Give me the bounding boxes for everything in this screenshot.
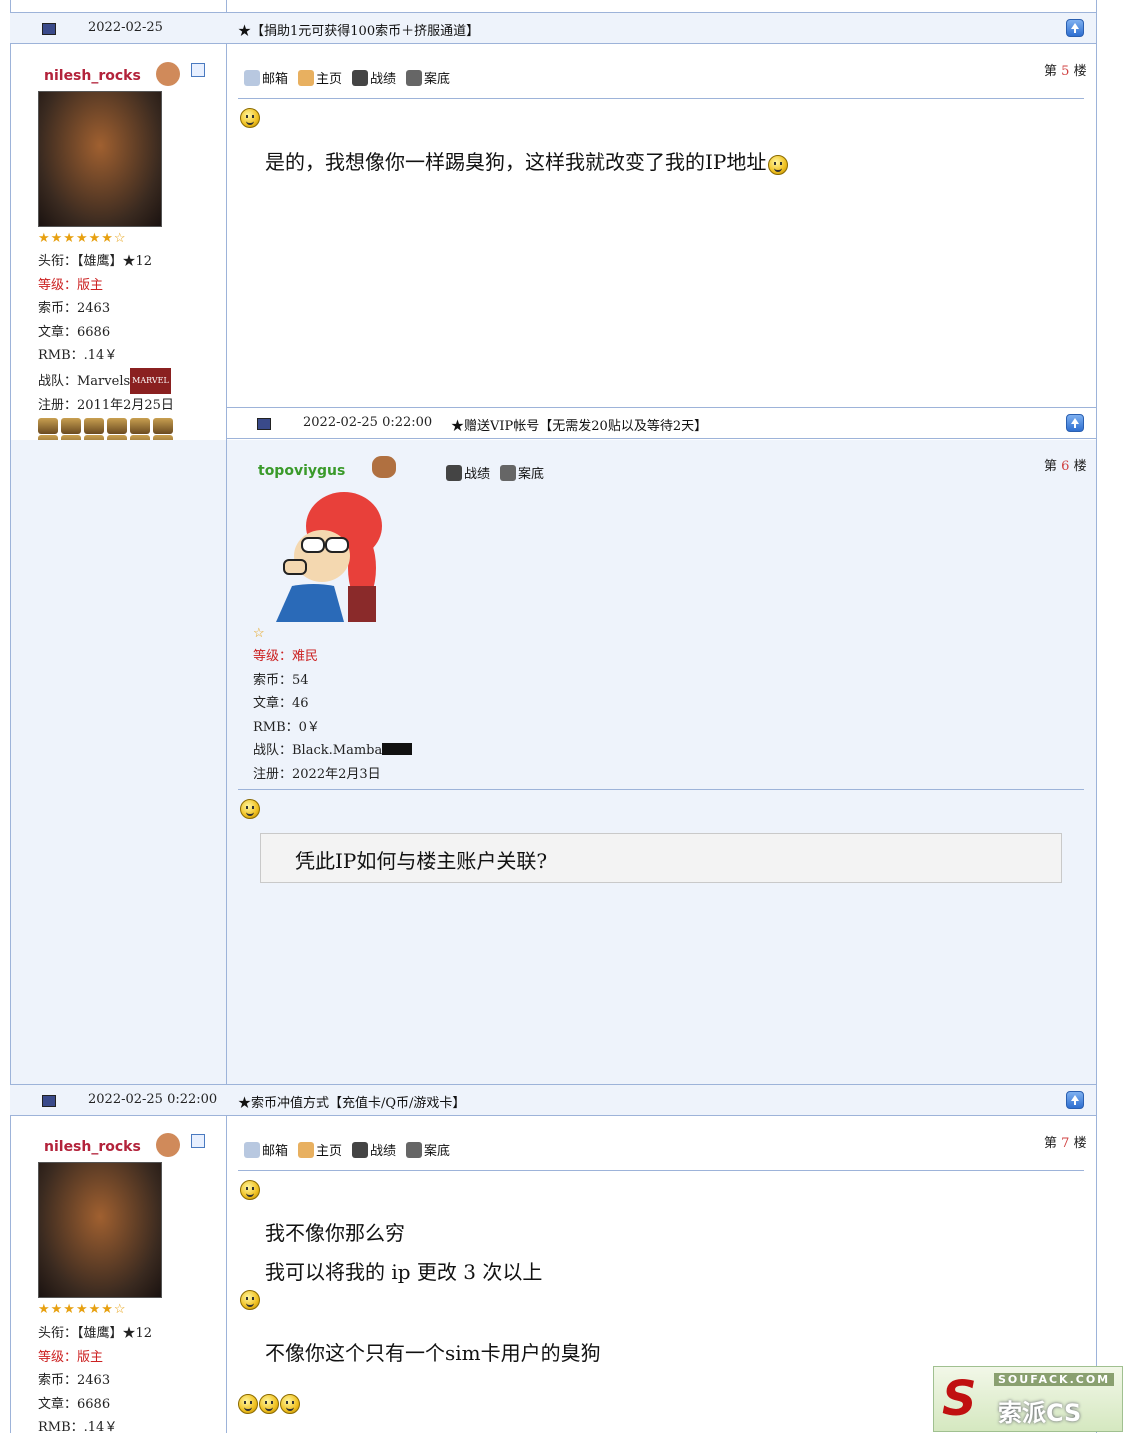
soldier-icon — [352, 69, 369, 86]
user-team: 战队：Black.Mamba — [253, 739, 413, 763]
user-articles: 文章：6686 — [38, 324, 111, 340]
post-header-bar: 2022-02-25 ★【捐助1元可获得100索币＋挤服通道】 — [10, 12, 1096, 44]
user-rmb: RMB：0￥ — [253, 719, 320, 735]
user-info: 等级：难民 索币：54 文章：46 RMB：0￥ 战队：Black.Mamba … — [253, 645, 413, 787]
back-to-top-icon[interactable] — [1066, 414, 1084, 432]
home-icon — [298, 69, 315, 86]
user-info: 头衔：【雄鹰】★12 等级：版主 索币：2463 文章：6686 RMB：.14… — [38, 250, 174, 417]
rank-stars: ★★★★★★☆ — [38, 1302, 127, 1317]
avatar[interactable] — [274, 486, 384, 622]
user-coins: 索币：2463 — [38, 1373, 111, 1389]
post-date: 2022-02-25 0:22:00 — [88, 1092, 218, 1107]
floor-number: 第 6 楼 — [1044, 459, 1087, 474]
homepage-button[interactable]: 主页 — [298, 1140, 342, 1159]
smile-icon — [240, 1180, 260, 1200]
user-coins: 索币：2463 — [38, 301, 111, 317]
team-badge — [382, 743, 413, 756]
ad-link[interactable]: ★【捐助1元可获得100索币＋挤服通道】 — [238, 20, 479, 39]
avatar[interactable] — [38, 91, 162, 227]
soldier-icon — [352, 1141, 369, 1158]
user-rmb: RMB：.14￥ — [38, 348, 118, 364]
post-date: 2022-02-25 0:22:00 — [303, 415, 433, 430]
column-divider-6 — [226, 440, 227, 1085]
mail-icon — [244, 69, 260, 86]
team-badge: MARVEL — [130, 367, 171, 394]
floor-number: 第 7 楼 — [1044, 1136, 1087, 1151]
gender-icon — [156, 1133, 180, 1157]
divider — [238, 98, 1084, 99]
quote-text: 凭此IP如何与楼主账户关联? — [295, 849, 548, 873]
homepage-button[interactable]: 主页 — [298, 68, 342, 87]
gender-icon — [372, 456, 396, 478]
mailbox-button[interactable]: 邮箱 — [244, 68, 288, 87]
record-button[interactable]: 战绩 — [352, 68, 396, 87]
home-icon — [298, 1141, 315, 1158]
user-level: 等级：版主 — [38, 277, 104, 293]
username[interactable]: topoviygus — [258, 463, 345, 479]
grin-icon — [240, 1290, 260, 1310]
site-watermark-logo: S SOUFACK.COM 索派CS — [933, 1366, 1123, 1432]
user-toolbar: 战绩 案底 — [446, 463, 544, 482]
soldier-icon — [446, 464, 462, 481]
record-button[interactable]: 战绩 — [352, 1140, 396, 1159]
post-header-bar: 2022-02-25 0:22:00 ★索币冲值方式【充值卡/Q币/游戏卡】 — [10, 1084, 1096, 1116]
user-team: 战队：Marvels MARVEL — [38, 367, 174, 394]
blush-icon — [768, 155, 789, 175]
film-icon — [406, 1141, 423, 1158]
user-articles: 文章：6686 — [38, 1396, 111, 1412]
user-level: 等级：版主 — [38, 1349, 104, 1365]
post-background — [11, 440, 1096, 1085]
computer-icon — [42, 1092, 56, 1111]
user-articles: 文章：46 — [253, 696, 309, 712]
user-title: 头衔：【雄鹰】★12 — [38, 1326, 153, 1341]
user-toolbar: 邮箱 主页 战绩 案底 — [244, 68, 450, 87]
floor-number: 第 5 楼 — [1044, 64, 1087, 79]
smile-icon — [240, 108, 260, 128]
computer-icon — [257, 415, 271, 434]
post-message-line: 我可以将我的 ip 更改 3 次以上 — [265, 1260, 543, 1284]
user-toolbar: 邮箱 主页 战绩 案底 — [244, 1140, 450, 1159]
film-icon — [500, 464, 517, 481]
smile-icon — [240, 799, 260, 819]
user-level: 等级：难民 — [253, 649, 319, 664]
cool-icon — [280, 1394, 300, 1414]
divider — [238, 1170, 1084, 1171]
user-register: 注册：2022年2月3日 — [253, 766, 381, 782]
status-icon — [191, 63, 205, 77]
user-register: 注册：2011年2月25日 — [38, 397, 174, 413]
record-button[interactable]: 战绩 — [446, 463, 490, 482]
cool-icon — [259, 1394, 279, 1414]
user-title: 头衔：【雄鹰】★12 — [38, 254, 153, 269]
mail-icon — [244, 1141, 260, 1158]
film-icon — [406, 69, 423, 86]
back-to-top-icon[interactable] — [1066, 1091, 1084, 1109]
gender-icon — [156, 62, 180, 86]
user-rmb: RMB：.14￥ — [38, 1420, 118, 1436]
case-button[interactable]: 案底 — [406, 68, 450, 87]
user-info: 头衔：【雄鹰】★12 等级：版主 索币：2463 文章：6686 RMB：.14… — [38, 1322, 152, 1440]
post-message: 是的，我想像你一样踢臭狗，这样我就改变了我的IP地址 — [265, 146, 789, 175]
status-icon — [191, 1134, 205, 1148]
user-coins: 索币：54 — [253, 672, 309, 688]
case-button[interactable]: 案底 — [406, 1140, 450, 1159]
ad-link[interactable]: ★赠送VIP帐号【无需发20贴以及等待2天】 — [451, 415, 707, 434]
back-to-top-icon[interactable] — [1066, 19, 1084, 37]
username[interactable]: nilesh_rocks — [44, 68, 141, 84]
post-message-line: 不像你这个只有一个sim卡用户的臭狗 — [265, 1341, 601, 1365]
username[interactable]: nilesh_rocks — [44, 1139, 141, 1155]
ad-link[interactable]: ★索币冲值方式【充值卡/Q币/游戏卡】 — [238, 1092, 465, 1111]
rank-stars: ☆ — [253, 626, 266, 641]
divider — [238, 789, 1084, 790]
computer-icon — [42, 20, 56, 39]
case-button[interactable]: 案底 — [500, 463, 544, 482]
cool-icon — [238, 1394, 258, 1414]
rank-stars: ★★★★★★☆ — [38, 231, 127, 246]
avatar[interactable] — [38, 1162, 162, 1298]
post-message-line: 我不像你那么穷 — [265, 1221, 405, 1245]
post-header-bar: 2022-02-25 0:22:00 ★赠送VIP帐号【无需发20贴以及等待2天… — [227, 407, 1096, 439]
post-date: 2022-02-25 — [88, 20, 163, 35]
right-border — [1096, 0, 1097, 1433]
mailbox-button[interactable]: 邮箱 — [244, 1140, 288, 1159]
